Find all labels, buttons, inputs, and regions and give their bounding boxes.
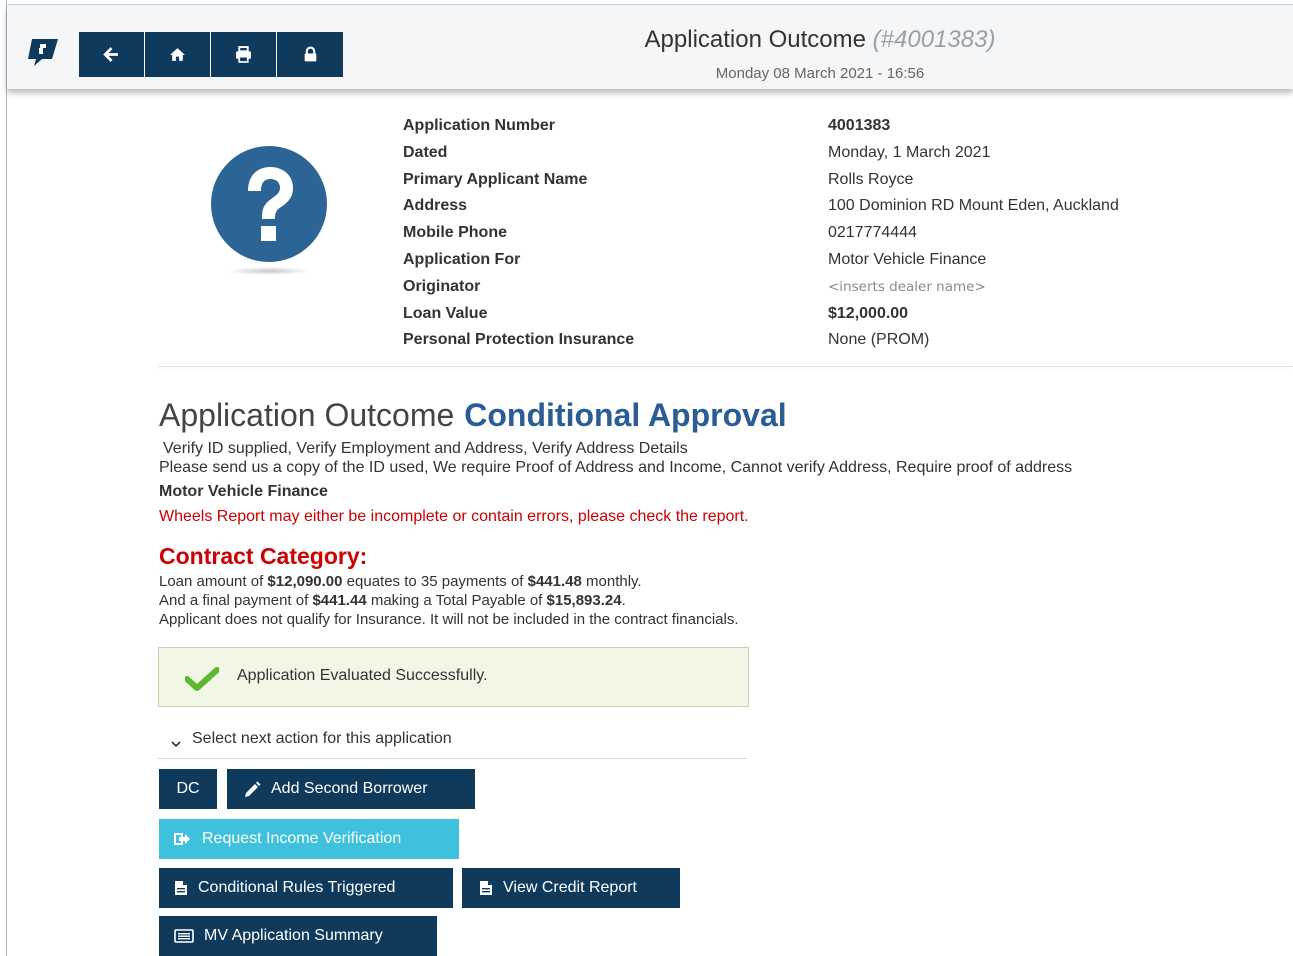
monthly-payment-amount: $441.48	[527, 573, 582, 590]
mv-application-summary-button[interactable]: MV Application Summary	[159, 916, 437, 956]
window-left-border	[6, 0, 7, 956]
chevron-down-icon	[171, 741, 181, 748]
conditional-rules-triggered-label: Conditional Rules Triggered	[198, 879, 396, 896]
document-requests: Please send us a copy of the ID used, We…	[159, 459, 1073, 476]
label-application-number: Application Number	[403, 117, 556, 134]
value-loan-value: $12,000.00	[828, 304, 909, 322]
add-second-borrower-label: Add Second Borrower	[271, 780, 428, 797]
value-application-number: 4001383	[828, 117, 891, 134]
value-dated: Monday, 1 March 2021	[828, 143, 991, 161]
question-mark-icon	[211, 146, 327, 262]
loan-amount: $12,090.00	[267, 573, 343, 590]
value-mobile-phone: 0217774444	[828, 224, 917, 242]
page-title: Application Outcome (#4001383)	[7, 26, 1293, 54]
dc-button-label: DC	[176, 780, 200, 797]
final-line-prefix: And a final payment of	[159, 592, 313, 609]
document-icon	[175, 881, 187, 895]
outcome-heading-text: Application Outcome	[159, 397, 455, 433]
loan-line-middle: equates to 35 payments of	[342, 573, 528, 590]
request-income-verification-label: Request Income Verification	[202, 830, 402, 847]
value-primary-applicant-name: Rolls Royce	[828, 170, 914, 188]
icon-shadow	[228, 267, 310, 275]
dc-button[interactable]: DC	[159, 769, 217, 809]
value-originator: <inserts dealer name>	[828, 278, 986, 295]
checkmark-icon	[185, 667, 219, 691]
outcome-heading: Application Outcome Conditional Approval	[159, 397, 787, 434]
applicant-info-values: 4001383 Monday, 1 March 2021 Rolls Royce…	[828, 116, 1119, 357]
success-message: Application Evaluated Successfully.	[237, 667, 488, 684]
contract-line-loan: Loan amount of $12,090.00 equates to 35 …	[159, 572, 739, 591]
document-icon	[480, 881, 492, 895]
view-credit-report-button[interactable]: View Credit Report	[462, 868, 680, 908]
insurance-note: Applicant does not qualify for Insurance…	[159, 611, 739, 628]
label-primary-applicant-name: Primary Applicant Name	[403, 170, 588, 188]
final-line-suffix: .	[621, 592, 626, 609]
final-line-middle: making a Total Payable of	[366, 592, 547, 609]
view-credit-report-label: View Credit Report	[503, 879, 637, 896]
share-arrow-icon	[174, 833, 190, 845]
applicant-info-labels: Application Number Dated Primary Applica…	[403, 116, 634, 357]
request-income-verification-button[interactable]: Request Income Verification	[159, 819, 459, 859]
label-address: Address	[403, 197, 468, 215]
total-payable-amount: $15,893.24	[546, 592, 622, 609]
mv-application-summary-label: MV Application Summary	[204, 927, 383, 944]
contract-details: Loan amount of $12,090.00 equates to 35 …	[159, 572, 739, 629]
value-ppi: None (PROM)	[828, 331, 930, 349]
header-bar: Application Outcome (#4001383) Monday 08…	[7, 5, 1293, 89]
next-action-label: Select next action for this application	[192, 730, 452, 747]
page-title-application-number: (#4001383)	[872, 26, 996, 53]
contract-line-final: And a final payment of $441.44 making a …	[159, 591, 739, 610]
label-originator: Originator	[403, 277, 481, 295]
loan-line-prefix: Loan amount of	[159, 573, 268, 590]
value-application-for: Motor Vehicle Finance	[828, 250, 987, 268]
section-divider	[158, 366, 1293, 367]
pencil-icon	[245, 781, 261, 797]
label-loan-value: Loan Value	[403, 304, 488, 322]
contract-category-heading: Contract Category:	[159, 543, 368, 569]
product-name: Motor Vehicle Finance	[159, 483, 328, 500]
loan-line-suffix: monthly.	[581, 573, 642, 590]
add-second-borrower-button[interactable]: Add Second Borrower	[227, 769, 475, 809]
list-icon	[174, 929, 194, 943]
outcome-status: Conditional Approval	[464, 397, 787, 433]
value-address: 100 Dominion RD Mount Eden, Auckland	[828, 197, 1119, 215]
conditional-rules-triggered-button[interactable]: Conditional Rules Triggered	[159, 868, 453, 908]
label-application-for: Application For	[403, 250, 521, 268]
verify-requirements: Verify ID supplied, Verify Employment an…	[163, 440, 688, 457]
next-action-toggle[interactable]: Select next action for this application	[158, 729, 747, 759]
page-datetime: Monday 08 March 2021 - 16:56	[715, 65, 925, 82]
label-ppi: Personal Protection Insurance	[403, 331, 635, 349]
final-payment-amount: $441.44	[312, 592, 367, 609]
success-alert: Application Evaluated Successfully.	[158, 647, 749, 707]
label-mobile-phone: Mobile Phone	[403, 224, 507, 242]
label-dated: Dated	[403, 143, 448, 161]
page-title-text: Application Outcome	[644, 26, 866, 53]
wheels-report-warning: Wheels Report may either be incomplete o…	[159, 508, 749, 525]
